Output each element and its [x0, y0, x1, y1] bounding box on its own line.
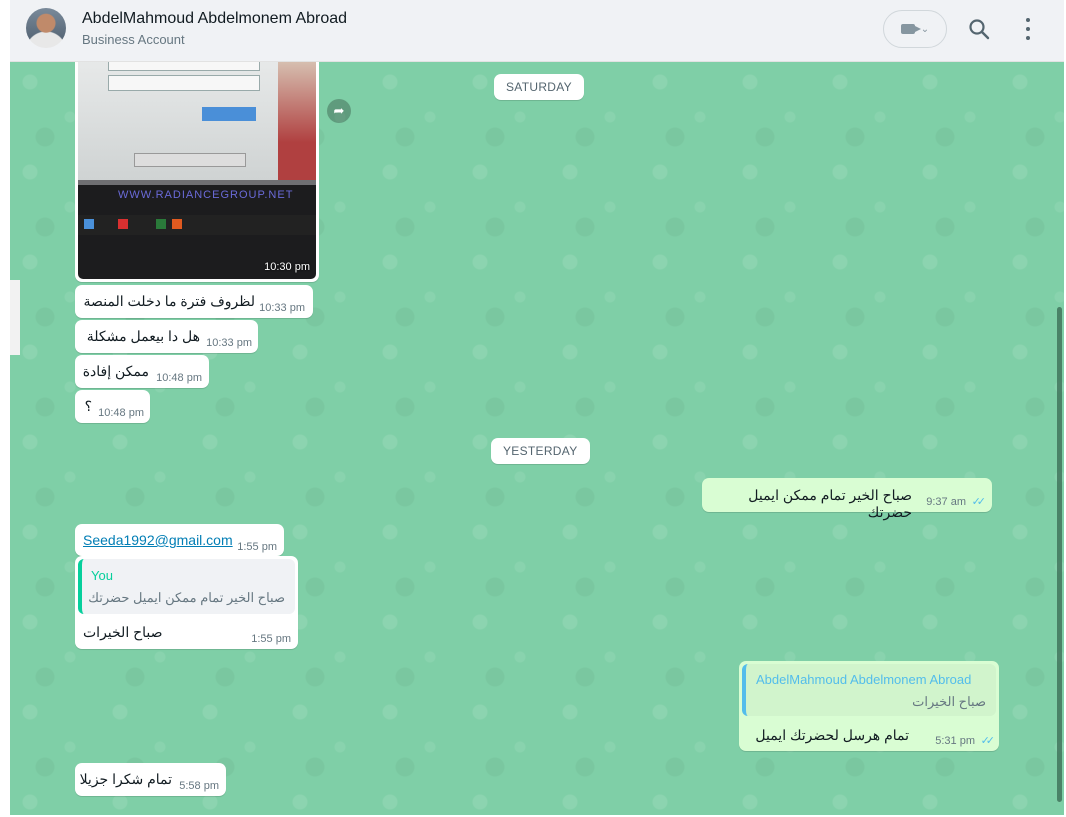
message-text: صباح الخيرات — [83, 624, 163, 640]
message-time: 10:48 pm — [98, 407, 144, 419]
photo-screen — [78, 62, 278, 180]
chat-header: AbdelMahmoud Abdelmonem Abroad Business … — [10, 0, 1064, 62]
message-incoming[interactable]: هل دا بيعمل مشكلة 10:33 pm — [75, 320, 258, 353]
message-text: تمام هرسل لحضرتك ايميل — [755, 727, 909, 743]
message-text: ممكن إفادة — [82, 363, 149, 379]
photo-taskbar-icon — [156, 219, 166, 229]
video-call-button[interactable]: ⌄ — [883, 10, 947, 48]
message-incoming[interactable]: ؟ 10:48 pm — [75, 390, 150, 423]
contact-name[interactable]: AbdelMahmoud Abdelmonem Abroad — [82, 10, 347, 28]
date-divider-yesterday: YESTERDAY — [491, 438, 590, 464]
search-icon — [969, 19, 990, 40]
message-incoming[interactable]: تمام شكرا جزيلا 5:58 pm — [75, 763, 226, 796]
message-time: 5:31 pm — [935, 735, 975, 747]
contact-subtitle: Business Account — [82, 32, 185, 47]
forward-icon[interactable]: ➦ — [327, 99, 351, 123]
message-time: 10:33 pm — [259, 302, 305, 314]
message-incoming[interactable]: ممكن إفادة 10:48 pm — [75, 355, 209, 388]
photo-field — [108, 75, 260, 91]
message-time: 5:58 pm — [179, 780, 219, 792]
quote-author: You — [91, 568, 113, 583]
photo-button — [134, 153, 246, 167]
quoted-message[interactable]: You صباح الخير تمام ممكن ايميل حضرتك — [78, 559, 295, 614]
photo-button — [202, 107, 256, 121]
quote-text: صباح الخير تمام ممكن ايميل حضرتك — [88, 590, 285, 605]
search-button[interactable] — [968, 18, 990, 40]
double-check-icon: ✓✓ — [971, 496, 987, 508]
message-incoming[interactable]: لظروف فترة ما دخلت المنصة 10:33 pm — [75, 285, 313, 318]
photo-field — [108, 62, 260, 71]
message-text: تمام شكرا جزيلا — [79, 771, 172, 787]
chat-messages-area[interactable]: WWW.RADIANCEGROUP.NET 10:30 pm ➦ SATURDA… — [10, 62, 1064, 815]
dot — [1026, 26, 1030, 31]
message-outgoing-reply[interactable]: AbdelMahmoud Abdelmonem Abroad صباح الخي… — [739, 661, 999, 751]
image-message[interactable]: WWW.RADIANCEGROUP.NET 10:30 pm — [75, 62, 319, 282]
video-camera-icon — [900, 24, 921, 34]
message-time: 10:33 pm — [206, 337, 252, 349]
photo-person — [278, 62, 316, 180]
quote-author: AbdelMahmoud Abdelmonem Abroad — [756, 672, 972, 687]
chevron-down-icon: ⌄ — [920, 23, 930, 35]
message-incoming[interactable]: Seeda1992@gmail.com 1:55 pm — [75, 524, 284, 556]
dot — [1026, 18, 1030, 23]
date-divider-saturday: SATURDAY — [494, 74, 584, 100]
message-time: 10:48 pm — [156, 372, 202, 384]
dot — [1026, 35, 1030, 40]
photo-site-text: WWW.RADIANCEGROUP.NET — [118, 189, 294, 201]
message-time: 10:30 pm — [264, 261, 310, 273]
message-incoming-reply[interactable]: You صباح الخير تمام ممكن ايميل حضرتك صبا… — [75, 556, 298, 649]
message-text: هل دا بيعمل مشكلة — [86, 328, 200, 344]
email-link[interactable]: Seeda1992@gmail.com — [83, 532, 233, 548]
message-text: صباح الخير تمام ممكن ايميل حضرتك — [748, 487, 912, 520]
photo-taskbar-icon — [84, 219, 94, 229]
message-text: لظروف فترة ما دخلت المنصة — [83, 293, 255, 309]
photo-taskbar-icon — [172, 219, 182, 229]
quoted-message[interactable]: AbdelMahmoud Abdelmonem Abroad صباح الخي… — [742, 664, 996, 716]
photo-taskbar — [78, 215, 316, 235]
quote-text: صباح الخيرات — [912, 694, 986, 709]
message-text: ؟ — [84, 398, 92, 414]
message-time: 1:55 pm — [237, 541, 277, 553]
photo-taskbar-icon — [118, 219, 128, 229]
more-options-icon[interactable] — [1022, 16, 1034, 42]
chat-scrollbar[interactable] — [1057, 307, 1062, 802]
message-time: 9:37 am — [926, 496, 966, 508]
double-check-icon: ✓✓ — [980, 735, 996, 747]
contact-avatar[interactable] — [26, 8, 66, 48]
panel-edge — [10, 280, 20, 355]
message-time: 1:55 pm — [251, 633, 291, 645]
message-photo[interactable]: WWW.RADIANCEGROUP.NET 10:30 pm — [78, 62, 316, 279]
message-outgoing[interactable]: صباح الخير تمام ممكن ايميل حضرتك 9:37 am… — [702, 478, 992, 520]
